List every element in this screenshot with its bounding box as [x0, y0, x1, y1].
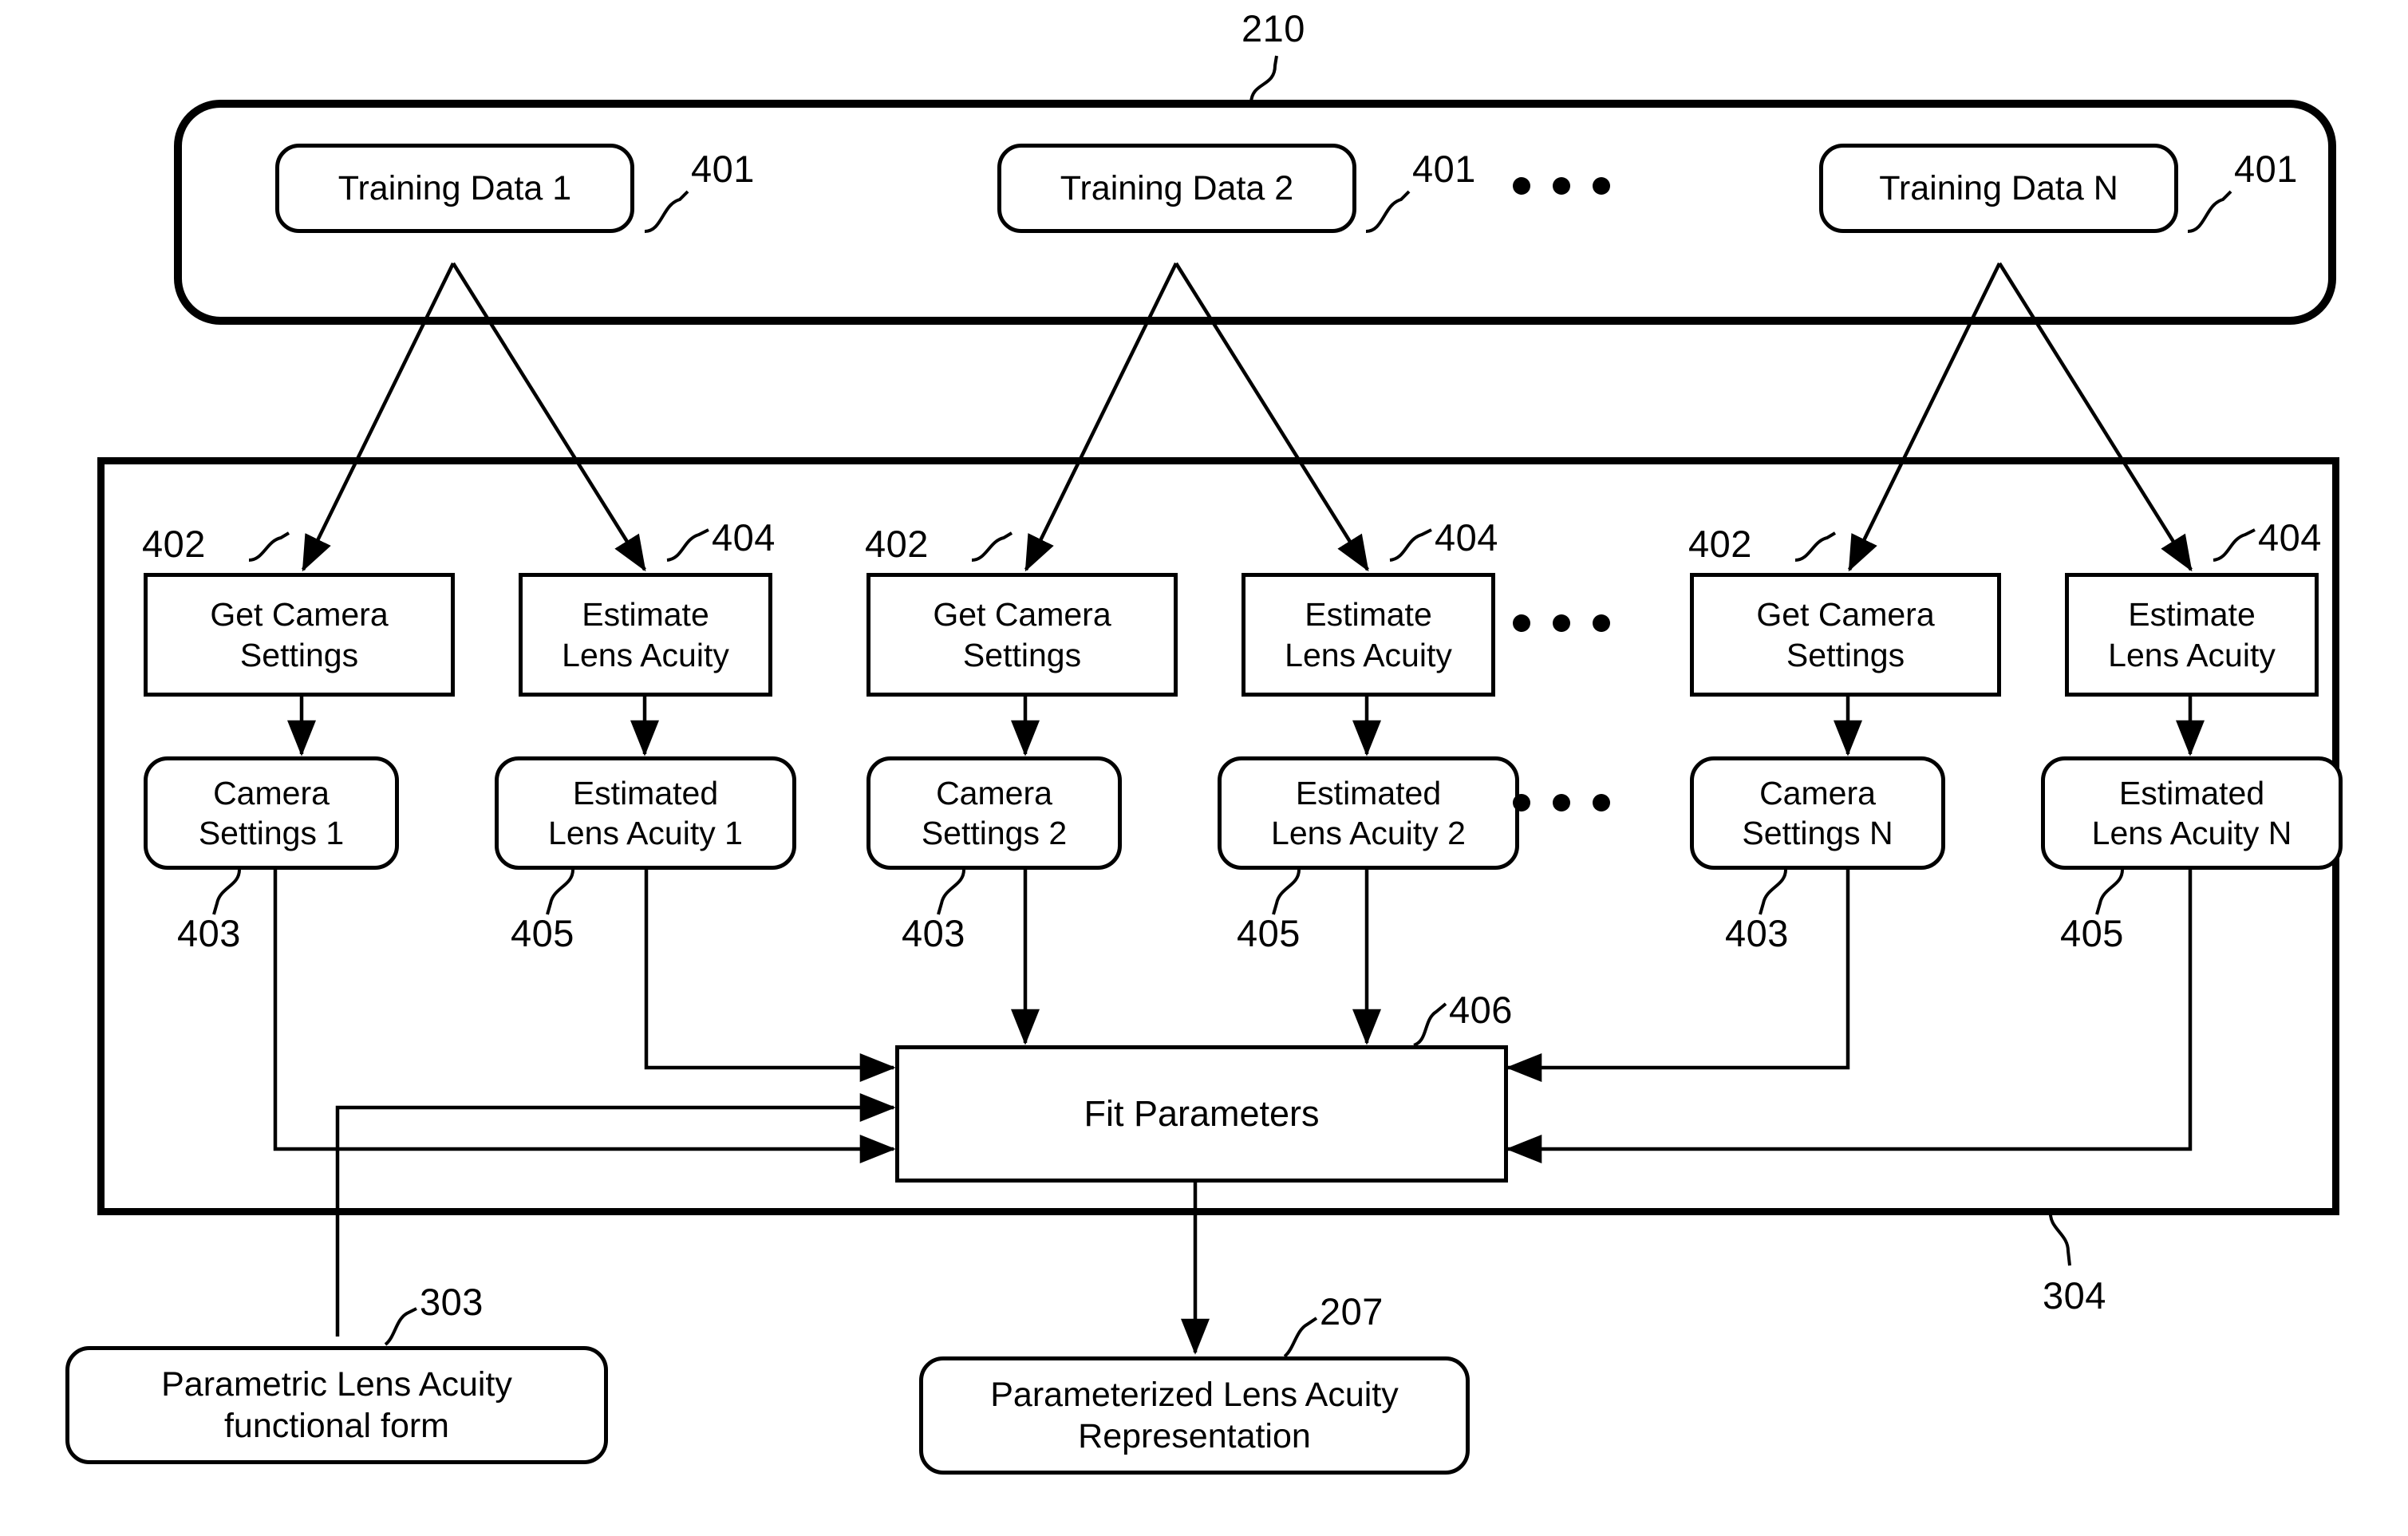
camera-settings-1-label: Camera Settings 1 [198, 774, 345, 851]
parametric-lens-acuity-functional-form-box[interactable]: Parametric Lens Acuity functional form [65, 1346, 608, 1464]
refnum-402-a: 402 [142, 523, 206, 565]
training-data-2-label: Training Data 2 [1060, 168, 1294, 207]
parameterized-lens-acuity-representation-label: Parameterized Lens Acuity Representation [990, 1375, 1399, 1455]
estimate-lens-acuity-n-label: Estimate Lens Acuity [2108, 596, 2276, 673]
refnum-405-c: 405 [2060, 912, 2124, 954]
ellipsis-dot [1593, 177, 1610, 195]
get-camera-settings-n-label: Get Camera Settings [1756, 596, 1935, 673]
estimated-lens-acuity-n-box[interactable]: Estimated Lens Acuity N [2041, 756, 2343, 870]
refnum-403-b: 403 [902, 912, 965, 954]
refnum-304: 304 [2043, 1274, 2106, 1317]
refnum-405-b: 405 [1237, 912, 1301, 954]
refnum-405-a: 405 [511, 912, 574, 954]
training-data-n-label: Training Data N [1879, 168, 2118, 207]
estimate-lens-acuity-1-label: Estimate Lens Acuity [562, 596, 729, 673]
get-camera-settings-2-label: Get Camera Settings [933, 596, 1111, 673]
refnum-404-a: 404 [712, 516, 776, 559]
store-row-ellipsis [1513, 794, 1610, 811]
camera-settings-2-box[interactable]: Camera Settings 2 [866, 756, 1122, 870]
training-data-ellipsis [1513, 177, 1610, 195]
refnum-403-a: 403 [177, 912, 241, 954]
refnum-402-b: 402 [865, 523, 929, 565]
ellipsis-dot [1513, 614, 1530, 632]
training-data-2-box[interactable]: Training Data 2 [997, 144, 1356, 233]
refnum-207: 207 [1320, 1290, 1384, 1333]
patent-figure: 210 Training Data 1 401 Training Data 2 … [0, 0, 2408, 1536]
ellipsis-dot [1553, 794, 1570, 811]
camera-settings-n-label: Camera Settings N [1742, 774, 1893, 851]
estimated-lens-acuity-n-label: Estimated Lens Acuity N [2091, 774, 2292, 851]
process-row-ellipsis [1513, 614, 1610, 632]
refnum-402-c: 402 [1688, 523, 1752, 565]
ellipsis-dot [1593, 794, 1610, 811]
get-camera-settings-n-box[interactable]: Get Camera Settings [1690, 573, 2001, 697]
parametric-lens-acuity-functional-form-label: Parametric Lens Acuity functional form [161, 1364, 512, 1445]
refnum-401-c: 401 [2234, 148, 2298, 190]
estimated-lens-acuity-2-box[interactable]: Estimated Lens Acuity 2 [1218, 756, 1519, 870]
training-data-n-box[interactable]: Training Data N [1819, 144, 2178, 233]
camera-settings-1-box[interactable]: Camera Settings 1 [144, 756, 399, 870]
get-camera-settings-2-box[interactable]: Get Camera Settings [866, 573, 1178, 697]
refnum-401-b: 401 [1412, 148, 1476, 190]
ellipsis-dot [1553, 614, 1570, 632]
fit-parameters-label: Fit Parameters [1084, 1092, 1320, 1134]
estimated-lens-acuity-1-box[interactable]: Estimated Lens Acuity 1 [495, 756, 796, 870]
ellipsis-dot [1513, 177, 1530, 195]
refnum-404-c: 404 [2258, 516, 2322, 559]
training-data-1-box[interactable]: Training Data 1 [275, 144, 634, 233]
estimated-lens-acuity-1-label: Estimated Lens Acuity 1 [548, 774, 743, 851]
ellipsis-dot [1513, 794, 1530, 811]
estimate-lens-acuity-n-box[interactable]: Estimate Lens Acuity [2065, 573, 2319, 697]
refnum-303: 303 [420, 1281, 484, 1323]
get-camera-settings-1-box[interactable]: Get Camera Settings [144, 573, 455, 697]
refnum-403-c: 403 [1725, 912, 1789, 954]
refnum-406: 406 [1449, 989, 1513, 1031]
training-data-1-label: Training Data 1 [338, 168, 572, 207]
fit-parameters-box[interactable]: Fit Parameters [895, 1045, 1508, 1183]
estimate-lens-acuity-2-box[interactable]: Estimate Lens Acuity [1242, 573, 1495, 697]
estimate-lens-acuity-2-label: Estimate Lens Acuity [1285, 596, 1452, 673]
refnum-404-b: 404 [1435, 516, 1498, 559]
ellipsis-dot [1553, 177, 1570, 195]
ellipsis-dot [1593, 614, 1610, 632]
camera-settings-n-box[interactable]: Camera Settings N [1690, 756, 1945, 870]
estimate-lens-acuity-1-box[interactable]: Estimate Lens Acuity [519, 573, 772, 697]
refnum-210: 210 [1242, 7, 1305, 49]
refnum-401-a: 401 [691, 148, 755, 190]
parameterized-lens-acuity-representation-box[interactable]: Parameterized Lens Acuity Representation [919, 1356, 1470, 1475]
get-camera-settings-1-label: Get Camera Settings [210, 596, 389, 673]
camera-settings-2-label: Camera Settings 2 [921, 774, 1068, 851]
estimated-lens-acuity-2-label: Estimated Lens Acuity 2 [1271, 774, 1466, 851]
